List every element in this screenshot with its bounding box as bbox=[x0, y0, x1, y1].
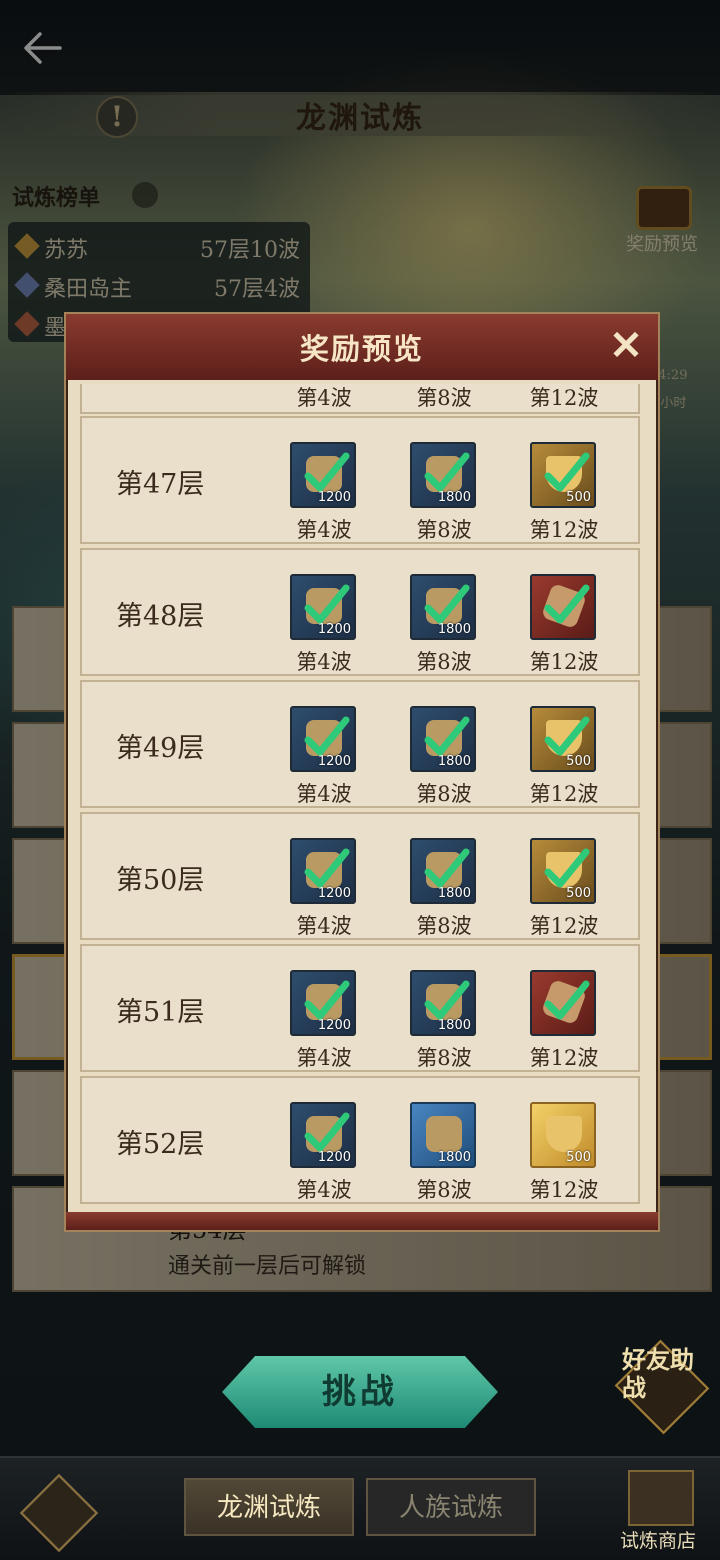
floor-label: 第49层 bbox=[116, 733, 205, 764]
challenge-button[interactable]: 挑战 bbox=[222, 1356, 498, 1428]
reward-amount: 1800 bbox=[437, 1150, 471, 1165]
claimed-check-icon bbox=[544, 848, 590, 888]
floor-label: 第50层 bbox=[116, 865, 205, 896]
bottom-bar bbox=[0, 1456, 720, 1560]
claimed-check-icon bbox=[304, 1112, 350, 1152]
reward-amount: 500 bbox=[566, 1150, 591, 1165]
wave-label: 第4波 bbox=[296, 386, 352, 410]
floor-reward-row: 第47层 1200 第4波 1800 第8波 500 第12波 bbox=[80, 416, 640, 544]
claimed-check-icon bbox=[544, 584, 590, 624]
coin-pouch-reward-icon[interactable]: 1800 bbox=[410, 574, 476, 640]
claimed-check-icon bbox=[544, 716, 590, 756]
wave-label: 第12波 bbox=[529, 914, 599, 938]
claimed-check-icon bbox=[304, 452, 350, 492]
claimed-check-icon bbox=[304, 980, 350, 1020]
coin-pouch-reward-icon[interactable]: 1800 bbox=[410, 442, 476, 508]
modal-bottom-trim bbox=[66, 1212, 658, 1230]
material-reward-icon[interactable] bbox=[530, 574, 596, 640]
floor-reward-row: 第50层 1200 第4波 1800 第8波 500 第12波 bbox=[80, 812, 640, 940]
claimed-check-icon bbox=[304, 848, 350, 888]
coin-pouch-reward-icon[interactable]: 1200 bbox=[290, 838, 356, 904]
wave-label: 第8波 bbox=[416, 518, 472, 542]
wave-label: 第12波 bbox=[529, 1178, 599, 1202]
modal-title: 奖励预览 bbox=[299, 332, 424, 366]
tab-human-trial[interactable]: 人族试炼 bbox=[366, 1478, 536, 1536]
friend-assist-button[interactable]: 好友助战 bbox=[622, 1346, 704, 1402]
coin-pouch-reward-icon[interactable]: 1800 bbox=[410, 706, 476, 772]
partial-floor-row: 第4波 第8波 第12波 bbox=[80, 384, 640, 414]
claimed-check-icon bbox=[424, 452, 470, 492]
wave-label: 第8波 bbox=[416, 1046, 472, 1070]
wave-label: 第12波 bbox=[529, 1046, 599, 1070]
wave-label: 第4波 bbox=[296, 650, 352, 674]
claimed-check-icon bbox=[304, 716, 350, 756]
wave-label: 第8波 bbox=[416, 914, 472, 938]
floor-reward-row: 第49层 1200 第4波 1800 第8波 500 第12波 bbox=[80, 680, 640, 808]
coin-pouch-reward-icon[interactable]: 1800 bbox=[410, 1102, 476, 1168]
wave-label: 第12波 bbox=[529, 782, 599, 806]
wave-label: 第12波 bbox=[529, 650, 599, 674]
reward-item-graphic bbox=[426, 1116, 462, 1152]
wave-label: 第4波 bbox=[296, 1046, 352, 1070]
claimed-check-icon bbox=[544, 452, 590, 492]
wave-label: 第4波 bbox=[296, 782, 352, 806]
coin-pouch-reward-icon[interactable]: 1200 bbox=[290, 574, 356, 640]
coin-pouch-reward-icon[interactable]: 1200 bbox=[290, 1102, 356, 1168]
coin-pouch-reward-icon[interactable]: 1800 bbox=[410, 838, 476, 904]
close-icon[interactable]: ✕ bbox=[606, 326, 646, 366]
wave-label: 第8波 bbox=[416, 650, 472, 674]
floor-reward-row: 第51层 1200 第4波 1800 第8波 第12波 bbox=[80, 944, 640, 1072]
material-reward-icon[interactable] bbox=[530, 970, 596, 1036]
reward-list[interactable]: 第4波 第8波 第12波 第47层 1200 第4波 1800 第8波 500 第12波 第4… bbox=[80, 384, 640, 1210]
claimed-check-icon bbox=[424, 584, 470, 624]
floor-reward-row: 第48层 1200 第4波 1800 第8波 第12波 bbox=[80, 548, 640, 676]
coin-pouch-reward-icon[interactable]: 1200 bbox=[290, 970, 356, 1036]
claimed-check-icon bbox=[304, 584, 350, 624]
floor-label: 第47层 bbox=[116, 469, 205, 500]
floor-label: 第52层 bbox=[116, 1129, 205, 1160]
claimed-check-icon bbox=[544, 980, 590, 1020]
shop-icon[interactable] bbox=[628, 1470, 694, 1526]
wave-label: 第4波 bbox=[296, 518, 352, 542]
gold-ingot-reward-icon[interactable]: 500 bbox=[530, 706, 596, 772]
wave-label: 第8波 bbox=[416, 1178, 472, 1202]
wave-label: 第8波 bbox=[416, 386, 472, 410]
wave-label: 第4波 bbox=[296, 1178, 352, 1202]
claimed-check-icon bbox=[424, 980, 470, 1020]
claimed-check-icon bbox=[424, 716, 470, 756]
floor-label: 第48层 bbox=[116, 601, 205, 632]
wave-label: 第4波 bbox=[296, 914, 352, 938]
claimed-check-icon bbox=[424, 848, 470, 888]
wave-label: 第12波 bbox=[529, 386, 599, 410]
coin-pouch-reward-icon[interactable]: 1200 bbox=[290, 706, 356, 772]
floor-reward-row: 第52层 1200 第4波 1800 第8波 500 第12波 bbox=[80, 1076, 640, 1204]
reward-item-graphic bbox=[546, 1116, 582, 1152]
coin-pouch-reward-icon[interactable]: 1200 bbox=[290, 442, 356, 508]
tab-longyuan-trial[interactable]: 龙渊试炼 bbox=[184, 1478, 354, 1536]
coin-pouch-reward-icon[interactable]: 1800 bbox=[410, 970, 476, 1036]
gold-ingot-reward-icon[interactable]: 500 bbox=[530, 1102, 596, 1168]
wave-label: 第8波 bbox=[416, 782, 472, 806]
gold-ingot-reward-icon[interactable]: 500 bbox=[530, 838, 596, 904]
trial-shop-label[interactable]: 试炼商店 bbox=[620, 1526, 696, 1553]
wave-label: 第12波 bbox=[529, 518, 599, 542]
floor-label: 第51层 bbox=[116, 997, 205, 1028]
gold-ingot-reward-icon[interactable]: 500 bbox=[530, 442, 596, 508]
